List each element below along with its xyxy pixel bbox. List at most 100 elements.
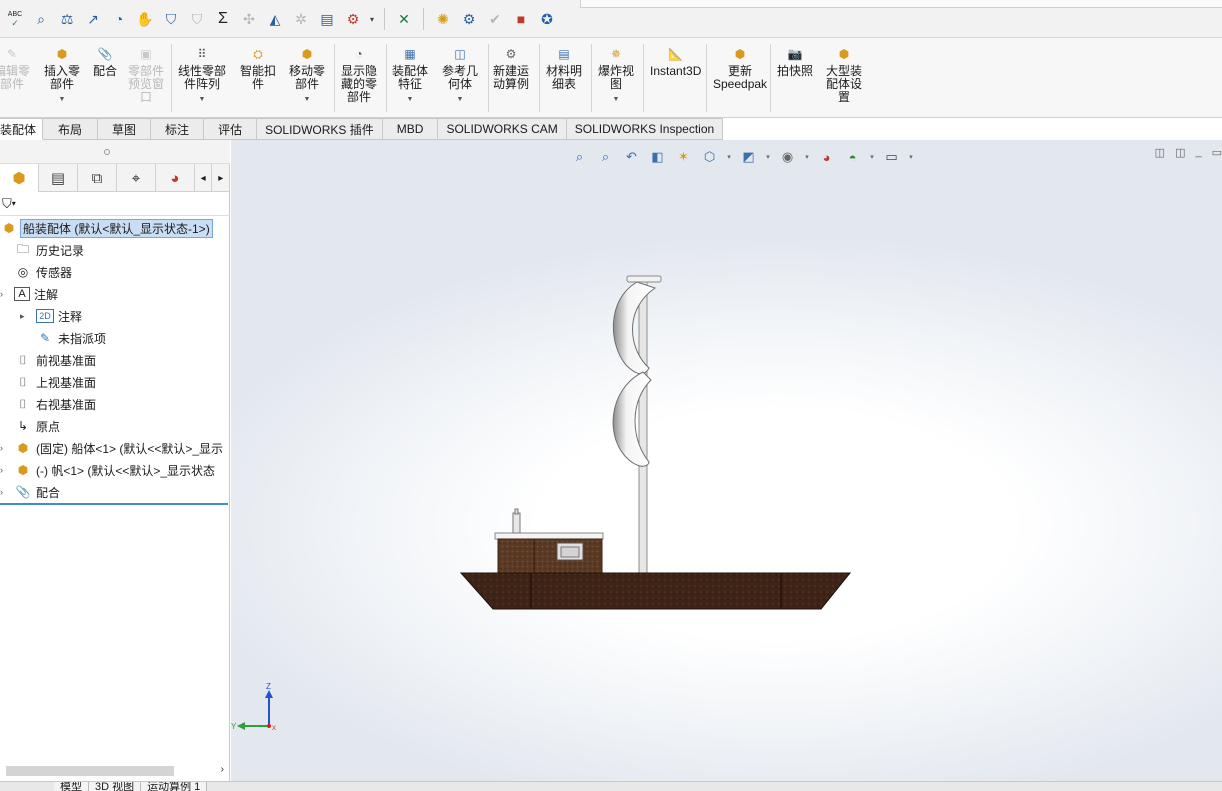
tree-item-sensors[interactable]: ◎ 传感器	[14, 262, 72, 282]
shield-check-icon[interactable]: ⛉	[186, 8, 208, 30]
exploded-view-button[interactable]: ✵ 爆炸视 图 ▼	[598, 44, 634, 106]
horizontal-scrollbar[interactable]: ›	[4, 764, 226, 778]
linear-pattern-button[interactable]: ⠿ 线性零部 件阵列 ▼	[178, 44, 226, 106]
tree-item-history[interactable]: 🗀 历史记录	[14, 240, 84, 260]
tab-solidworks-inspection[interactable]: SOLIDWORKS Inspection	[566, 118, 724, 140]
tree-item-annotations[interactable]: › A 注解	[0, 284, 58, 304]
excel-icon[interactable]: ✕	[393, 8, 415, 30]
chevron-right-icon[interactable]: ›	[0, 487, 3, 497]
chevron-down-icon[interactable]: ▾	[12, 199, 16, 208]
gear-icon[interactable]: ⚙	[458, 8, 480, 30]
hand-icon[interactable]: ✋	[134, 8, 156, 30]
mirror-icon[interactable]: ◭	[264, 8, 286, 30]
tree-item-front-plane[interactable]: ⌷ 前视基准面	[14, 350, 96, 370]
tree-root[interactable]: ⬢ 船装配体 (默认<默认_显示状态-1>)	[0, 218, 213, 238]
bill-of-materials-button[interactable]: ▤ 材料明 细表	[546, 44, 582, 91]
magnify-icon[interactable]: ⌕	[30, 8, 52, 30]
display-manager-tab-icon[interactable]: ◕	[156, 164, 195, 192]
smart-fasteners-button[interactable]: ⛭ 智能扣 件	[240, 44, 276, 91]
chevron-down-icon[interactable]: ▼	[59, 93, 66, 106]
chimney[interactable]	[512, 512, 521, 534]
tab-evaluate[interactable]: 评估	[204, 118, 258, 140]
square-icon[interactable]: ■	[510, 8, 532, 30]
dimxpert-tab-icon[interactable]: ⌖	[117, 164, 156, 192]
tree-item-mates[interactable]: › 📎 配合	[0, 482, 60, 502]
new-motion-study-button[interactable]: ⚙ 新建运 动算例	[493, 44, 529, 91]
panel-grip[interactable]	[0, 140, 230, 164]
spellcheck-icon[interactable]: ABC ✓	[4, 8, 26, 30]
feature-manager-tab-icon[interactable]: ⬢	[0, 164, 39, 192]
settings-icon[interactable]: ✪	[536, 8, 558, 30]
plane-icon: ⌷	[19, 374, 27, 389]
chevron-right-icon[interactable]: ▸	[20, 311, 25, 322]
update-speedpak-button[interactable]: ⬢ 更新 Speedpak	[713, 44, 767, 91]
tab-3d-views[interactable]: 3D 视图	[89, 782, 142, 791]
check-icon[interactable]: ✔	[484, 8, 506, 30]
wrench-icon[interactable]: ✺	[432, 8, 454, 30]
graphics-area[interactable]: ⌕ ⌕ ↶ ◧ ✶ ⬡ ▾ ◩ ▾ ◉ ▾ ◕ ◓ ▾ ▭ ▾ ◫ ◫ _ ▭	[231, 140, 1222, 781]
tree-item-right-plane[interactable]: ⌷ 右视基准面	[14, 394, 96, 414]
cabin-roof[interactable]	[494, 532, 604, 540]
tab-markup[interactable]: 标注	[151, 118, 205, 140]
component-preview-button[interactable]: ▣ 零部件 预览窗 口	[128, 44, 164, 104]
tree-item-top-plane[interactable]: ⌷ 上视基准面	[14, 372, 96, 392]
rollback-bar[interactable]	[0, 503, 228, 505]
chevron-right-icon[interactable]: ›	[221, 764, 224, 775]
tab-solidworks-cam[interactable]: SOLIDWORKS CAM	[438, 118, 567, 140]
move-icon[interactable]: ✣	[238, 8, 260, 30]
mate-button[interactable]: 📎 配合	[93, 44, 117, 78]
tab-motion-study[interactable]: 运动算例 1	[141, 782, 208, 791]
sigma-icon[interactable]: Σ	[212, 8, 234, 30]
tree-item-origin[interactable]: ↳ 原点	[14, 416, 60, 436]
move-component-button[interactable]: ⬢ 移动零 部件 ▼	[289, 44, 325, 106]
show-hidden-button[interactable]: ◔ 显示隐 藏的零 部件	[341, 44, 377, 104]
scale-icon[interactable]: ⚖	[56, 8, 78, 30]
chevron-down-icon[interactable]: ▼	[613, 93, 620, 106]
tab-layout[interactable]: 布局	[43, 118, 99, 140]
tab-mbd[interactable]: MBD	[382, 118, 439, 140]
export-icon[interactable]: ↗	[82, 8, 104, 30]
assembly-features-button[interactable]: ▦ 装配体 特征 ▼	[392, 44, 428, 106]
explode-icon[interactable]: ✲	[290, 8, 312, 30]
tab-sketch[interactable]: 草图	[98, 118, 152, 140]
shield-icon[interactable]: ⛉	[160, 8, 182, 30]
sail-upper[interactable]	[612, 281, 657, 375]
chevron-down-icon[interactable]: ▼	[304, 93, 311, 106]
chevron-right-icon[interactable]: ›	[0, 465, 3, 475]
cabin[interactable]	[497, 538, 603, 575]
chevron-left-icon[interactable]: ◂	[195, 164, 213, 192]
boat-model[interactable]	[231, 140, 1222, 781]
tab-solidworks-addins[interactable]: SOLIDWORKS 插件	[257, 118, 383, 140]
dropdown-icon[interactable]: ▾	[368, 8, 376, 30]
mast[interactable]	[638, 279, 648, 575]
hull[interactable]	[459, 572, 852, 610]
configuration-manager-tab-icon[interactable]: ⧉	[78, 164, 117, 192]
chevron-down-icon[interactable]: ▼	[199, 93, 206, 106]
tree-item-hull[interactable]: › ⬢ (固定) 船体<1> (默认<<默认>_显示	[0, 438, 223, 458]
chevron-down-icon[interactable]: ▼	[457, 93, 464, 106]
edit-component-button[interactable]: ✎ 编辑零 部件	[0, 44, 30, 91]
scrollbar-thumb[interactable]	[6, 766, 174, 776]
tree-item-sail[interactable]: › ⬢ (-) 帆<1> (默认<<默认>_显示状态	[0, 460, 215, 480]
interference-icon[interactable]: ⚙	[342, 8, 364, 30]
doc-icon[interactable]: ▤	[316, 8, 338, 30]
mast-top[interactable]	[626, 275, 662, 283]
instant3d-button[interactable]: 📐 Instant3D	[650, 44, 701, 78]
tree-item-notes[interactable]: ▸ 2D 注释	[20, 306, 82, 326]
reference-geometry-button[interactable]: ◫ 参考几 何体 ▼	[442, 44, 478, 106]
property-manager-tab-icon[interactable]: ▤	[39, 164, 78, 192]
large-assembly-button[interactable]: ⬢ 大型装 配体设 置	[826, 44, 862, 104]
gauge-icon[interactable]: ◔	[108, 8, 130, 30]
chevron-right-icon[interactable]: ▸	[212, 164, 231, 192]
filter-icon[interactable]: ⛉	[2, 196, 12, 212]
chevron-down-icon[interactable]: ▼	[407, 93, 414, 106]
tab-model[interactable]: 模型	[54, 782, 89, 791]
snapshot-button[interactable]: 📷 拍快照	[777, 44, 813, 78]
tab-assembly[interactable]: 装配体	[0, 118, 44, 140]
chevron-right-icon[interactable]: ›	[0, 289, 3, 299]
insert-component-button[interactable]: ⬢ 插入零 部件 ▼	[44, 44, 80, 106]
chevron-right-icon[interactable]: ›	[0, 443, 3, 453]
snapshot-label: 拍快照	[777, 64, 814, 78]
tree-item-unassigned[interactable]: ✎ 未指派项	[36, 328, 106, 348]
tree-filter[interactable]: ⛉ ▾	[0, 192, 230, 216]
